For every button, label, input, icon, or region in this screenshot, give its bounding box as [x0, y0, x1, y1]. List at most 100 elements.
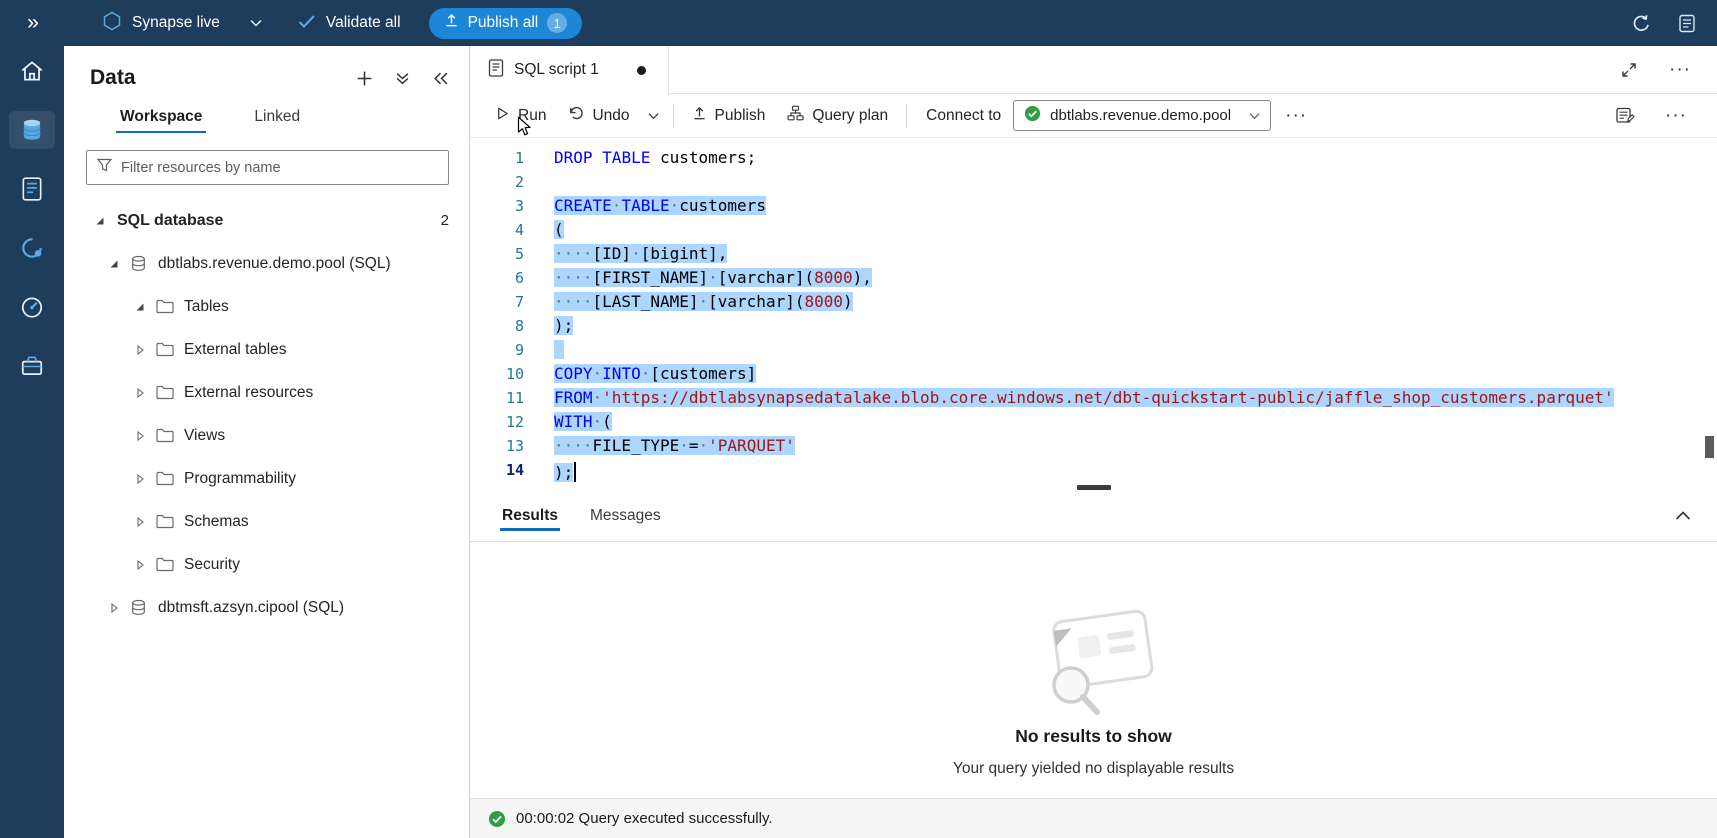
line-number: 12 [470, 410, 524, 434]
tree-item-sql-database[interactable]: SQL database2 [64, 199, 469, 242]
line-number: 6 [470, 266, 524, 290]
code-line-9[interactable] [554, 338, 1717, 362]
resource-tree: SQL database2dbtlabs.revenue.demo.pool (… [64, 199, 469, 629]
release-notes-icon[interactable] [1679, 14, 1695, 33]
chevron-down-icon[interactable] [250, 19, 262, 27]
tree-item-dbtlabs-revenue-demo-pool-sql[interactable]: dbtlabs.revenue.demo.pool (SQL) [64, 242, 469, 285]
status-text: 00:00:02 Query executed successfully. [516, 810, 773, 827]
text-cursor [574, 462, 576, 482]
double-chevron-right-icon[interactable]: » [0, 11, 64, 35]
collapsed-arrow-icon[interactable] [134, 473, 156, 485]
tree-item-external-resources[interactable]: External resources [64, 371, 469, 414]
editor-more-icon[interactable]: ··· [1665, 106, 1687, 125]
properties-icon[interactable] [1616, 107, 1635, 124]
publish-count-badge: 1 [547, 13, 567, 33]
collapsed-arrow-icon[interactable] [134, 430, 156, 442]
monitor-icon [19, 294, 45, 320]
run-options-chevron-icon[interactable] [641, 105, 666, 127]
query-plan-button[interactable]: Query plan [776, 98, 899, 133]
code-line-4[interactable]: ( [554, 218, 1717, 242]
run-button[interactable]: Run [484, 99, 557, 133]
code-lines[interactable]: DROP TABLE customers; CREATE·TABLE·custom… [542, 138, 1717, 490]
code-line-12[interactable]: WITH·( [554, 410, 1717, 434]
filter-resources-box[interactable] [86, 150, 449, 185]
code-line-10[interactable]: COPY·INTO·[customers] [554, 362, 1717, 386]
code-line-13[interactable]: ····FILE_TYPE·=·'PARQUET' [554, 434, 1717, 458]
publish-button[interactable]: Publish [681, 99, 777, 133]
sidebar-item-data[interactable] [9, 111, 55, 149]
collapsed-arrow-icon[interactable] [134, 559, 156, 571]
folder-icon [156, 471, 183, 486]
sidebar-item-integrate[interactable] [9, 229, 55, 267]
toolbar-divider [906, 104, 907, 128]
validate-all-button[interactable]: Validate all [298, 14, 401, 33]
code-line-7[interactable]: ····[LAST_NAME]·[varchar](8000) [554, 290, 1717, 314]
no-results-illustration [1019, 599, 1169, 722]
expand-editor-icon[interactable] [1621, 62, 1637, 78]
mode-switcher[interactable]: Synapse live [102, 11, 262, 36]
toolbar-more-icon[interactable]: ··· [1285, 106, 1307, 125]
panel-resize-handle[interactable] [1077, 485, 1111, 490]
sidebar-item-home[interactable] [9, 52, 55, 90]
publish-all-label: Publish all [468, 14, 539, 32]
tree-item-label: External resources [184, 384, 313, 402]
code-line-3[interactable]: CREATE·TABLE·customers [554, 194, 1717, 218]
tree-item-label: Security [184, 556, 240, 574]
add-resource-icon[interactable] [356, 70, 373, 87]
undo-button[interactable]: Undo [557, 98, 640, 133]
undo-icon [568, 105, 584, 126]
tree-item-external-tables[interactable]: External tables [64, 328, 469, 371]
line-number: 4 [470, 218, 524, 242]
code-line-2[interactable] [554, 170, 1717, 194]
unsaved-changes-indicator [637, 66, 646, 75]
home-icon [19, 58, 45, 84]
tab-linked[interactable]: Linked [228, 98, 326, 138]
tree-item-dbtmsft-azsyn-cipool-sql[interactable]: dbtmsft.azsyn.cipool (SQL) [64, 586, 469, 629]
tree-item-security[interactable]: Security [64, 543, 469, 586]
code-line-5[interactable]: ····[ID]·[bigint], [554, 242, 1717, 266]
collapsed-arrow-icon[interactable] [134, 516, 156, 528]
publish-all-button[interactable]: Publish all 1 [429, 8, 583, 39]
expanded-arrow-icon[interactable] [134, 301, 156, 313]
sidebar-item-monitor[interactable] [9, 288, 55, 326]
double-chevron-down-icon[interactable] [395, 71, 410, 86]
collapse-panel-icon[interactable] [432, 71, 449, 86]
code-line-6[interactable]: ····[FIRST_NAME]·[varchar](8000), [554, 266, 1717, 290]
tree-item-tables[interactable]: Tables [64, 285, 469, 328]
refresh-icon[interactable] [1632, 14, 1651, 33]
code-editor[interactable]: 1234567891011121314 DROP TABLE customers… [470, 138, 1717, 490]
data-panel: Data Workspace Linked SQL [64, 46, 470, 838]
code-line-11[interactable]: FROM·'https://dbtlabsynapsedatalake.blob… [554, 386, 1717, 410]
more-actions-icon[interactable]: ··· [1669, 60, 1691, 79]
tab-workspace[interactable]: Workspace [94, 98, 228, 138]
code-line-14[interactable]: ); [554, 458, 1717, 482]
folder-icon [156, 428, 183, 443]
filter-input[interactable] [121, 160, 438, 176]
mode-label: Synapse live [132, 14, 220, 32]
tab-messages[interactable]: Messages [574, 494, 677, 538]
code-line-1[interactable]: DROP TABLE customers; [554, 146, 1717, 170]
expanded-arrow-icon[interactable] [94, 215, 116, 227]
sidebar-item-manage[interactable] [9, 347, 55, 385]
collapse-results-icon[interactable] [1675, 510, 1691, 521]
editor-area: SQL script 1 ··· Run Undo [470, 46, 1717, 838]
tree-item-views[interactable]: Views [64, 414, 469, 457]
line-number: 10 [470, 362, 524, 386]
pool-name: dbtlabs.revenue.demo.pool [1050, 107, 1231, 124]
collapsed-arrow-icon[interactable] [134, 344, 156, 356]
query-status-bar: 00:00:02 Query executed successfully. [470, 798, 1717, 838]
database-icon [130, 599, 157, 616]
collapsed-arrow-icon[interactable] [108, 602, 130, 614]
validate-all-label: Validate all [326, 14, 401, 32]
pool-select-dropdown[interactable]: dbtlabs.revenue.demo.pool [1013, 100, 1271, 131]
tab-results[interactable]: Results [486, 494, 574, 538]
tree-item-schemas[interactable]: Schemas [64, 500, 469, 543]
code-line-8[interactable]: ); [554, 314, 1717, 338]
expanded-arrow-icon[interactable] [108, 258, 130, 270]
empty-title: No results to show [1015, 726, 1172, 747]
collapsed-arrow-icon[interactable] [134, 387, 156, 399]
tree-item-programmability[interactable]: Programmability [64, 457, 469, 500]
item-count: 2 [441, 212, 449, 229]
sidebar-item-develop[interactable] [9, 170, 55, 208]
tab-sql-script-1[interactable]: SQL script 1 [470, 46, 669, 94]
